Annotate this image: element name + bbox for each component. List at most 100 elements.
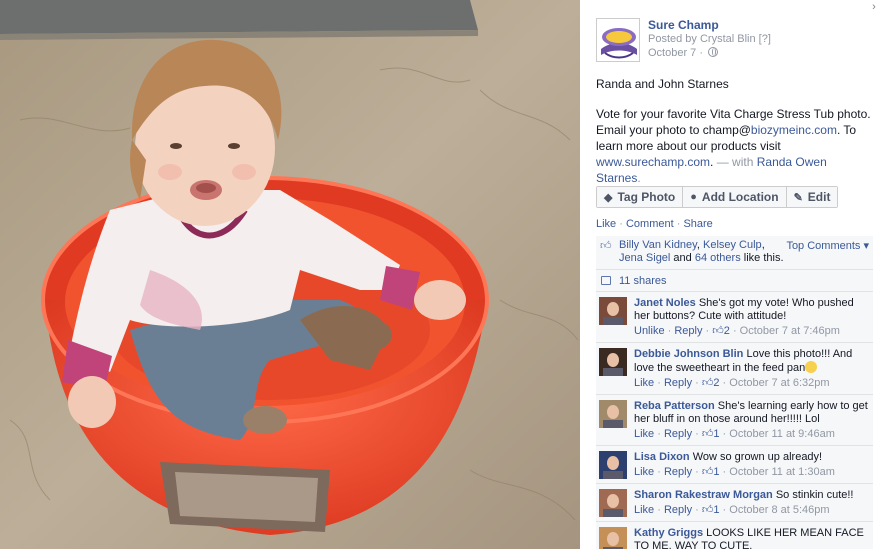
photo-action-bar: ◆ Tag Photo ● Add Location ✎ Edit <box>596 186 839 208</box>
post-date-line: October 7 · <box>648 47 719 59</box>
comment-reply-link[interactable]: Reply <box>664 428 692 440</box>
comment-author[interactable]: Debbie Johnson Blin <box>634 348 743 360</box>
comment-like-link[interactable]: Like <box>634 504 654 516</box>
likes-summary: 👍︎ Billy Van Kidney, Kelsey Culp, Jena S… <box>596 236 873 270</box>
liker-name[interactable]: Kelsey Culp <box>703 239 762 251</box>
comment-text: Wow so grown up already! <box>692 451 823 463</box>
thumbs-up-icon: 👍︎ <box>701 504 714 516</box>
avatar-photo <box>599 348 627 376</box>
shares-row[interactable]: 11 shares <box>596 270 873 292</box>
location-pin-icon: ● <box>690 191 697 203</box>
posted-by-line: Posted by Crystal Blin [?] <box>648 33 771 45</box>
add-location-label: Add Location <box>701 190 779 204</box>
photo-stage[interactable] <box>0 0 580 549</box>
comment-like-count[interactable]: 👍︎2 <box>702 377 720 389</box>
comment-meta: Like · Reply · 👍︎2 · October 7 at 6:32pm <box>634 377 830 389</box>
comment-item: Sharon Rakestraw Morgan So stinkin cute!… <box>596 484 873 522</box>
comment-time[interactable]: October 11 at 9:46am <box>729 428 835 440</box>
comment-author[interactable]: Reba Patterson <box>634 400 715 412</box>
feedback-box: 👍︎ Billy Van Kidney, Kelsey Culp, Jena S… <box>596 236 873 549</box>
comment-like-count[interactable]: 👍︎1 <box>702 428 720 440</box>
comment-time[interactable]: October 8 at 5:46pm <box>729 504 829 516</box>
biozyme-link[interactable]: biozymeinc.com <box>751 123 837 137</box>
commenter-avatar[interactable] <box>599 489 627 517</box>
comment-like-number: 1 <box>713 428 720 440</box>
comment-item: Kathy Griggs LOOKS LIKE HER MEAN FACE TO… <box>596 522 873 549</box>
ufi-sep: · <box>616 218 626 230</box>
caption-end: . <box>637 171 641 185</box>
edit-button[interactable]: ✎ Edit <box>786 187 838 207</box>
commenter-avatar[interactable] <box>599 400 627 428</box>
comment-like-link[interactable]: Like <box>634 377 654 389</box>
like-link[interactable]: Like <box>596 218 616 230</box>
comment-item: Reba Patterson She's learning early how … <box>596 395 873 446</box>
liker-name[interactable]: Billy Van Kidney <box>619 239 697 251</box>
add-location-button[interactable]: ● Add Location <box>683 187 787 207</box>
comment-item: Debbie Johnson Blin Love this photo!!! A… <box>596 343 873 395</box>
comment-time[interactable]: October 11 at 1:30am <box>729 466 835 478</box>
comment-author[interactable]: Kathy Griggs <box>634 527 703 539</box>
comment-author[interactable]: Sharon Rakestraw Morgan <box>634 489 773 501</box>
post-date[interactable]: October 7 <box>648 47 696 59</box>
comment-like-count[interactable]: 👍︎1 <box>702 504 720 516</box>
page-avatar[interactable] <box>596 18 640 62</box>
comment-reply-link[interactable]: Reply <box>674 325 702 337</box>
thumbs-up-icon: 👍︎ <box>701 377 714 389</box>
comment-link[interactable]: Comment <box>626 218 674 230</box>
comment-reply-link[interactable]: Reply <box>664 504 692 516</box>
edit-label: Edit <box>807 190 831 204</box>
with-separator: — with <box>713 155 757 169</box>
thumbs-up-icon: 👍︎ <box>600 240 612 252</box>
sure-champ-logo-icon <box>597 19 639 61</box>
comment-like-link[interactable]: Like <box>634 466 654 478</box>
comment-like-number: 1 <box>713 466 720 478</box>
commenter-avatar[interactable] <box>599 297 627 325</box>
comment-reply-link[interactable]: Reply <box>664 377 692 389</box>
caption-paragraph: Vote for your favorite Vita Charge Stres… <box>596 106 874 186</box>
comment-author[interactable]: Lisa Dixon <box>634 451 690 463</box>
post-header: Sure Champ Posted by Crystal Blin [?] Oc… <box>596 16 866 64</box>
comment-like-link[interactable]: Like <box>634 428 654 440</box>
tag-photo-button[interactable]: ◆ Tag Photo <box>597 187 684 207</box>
caption-line-1: Randa and John Starnes <box>596 77 729 91</box>
comment-like-count[interactable]: 👍︎1 <box>702 466 720 478</box>
avatar-photo <box>599 527 627 549</box>
commenter-avatar[interactable] <box>599 527 627 549</box>
page-name-link[interactable]: Sure Champ <box>648 18 719 32</box>
shares-count[interactable]: 11 shares <box>619 275 667 287</box>
commenter-avatar[interactable] <box>599 451 627 479</box>
comment-like-number: 1 <box>713 504 720 516</box>
chevron-right-icon[interactable]: › <box>868 0 880 14</box>
avatar-photo <box>599 451 627 479</box>
comment-author[interactable]: Janet Noles <box>634 297 696 309</box>
others-link[interactable]: 64 others <box>695 252 741 264</box>
tag-photo-label: Tag Photo <box>617 190 676 204</box>
comment-list: Janet Noles She's got my vote! Who pushe… <box>596 292 873 549</box>
comment-time[interactable]: October 7 at 6:32pm <box>729 377 829 389</box>
posted-by-help[interactable]: [?] <box>759 33 771 45</box>
surechamp-link[interactable]: www.surechamp.com <box>596 155 710 169</box>
ufi-sep: · <box>673 218 684 230</box>
comment-meta: Unlike · Reply · 👍︎2 · October 7 at 7:46… <box>634 325 840 337</box>
top-comments-dropdown[interactable]: Top Comments ▾ <box>786 240 869 253</box>
comment-like-number: 2 <box>723 325 730 337</box>
thumbs-up-icon: 👍︎ <box>701 466 714 478</box>
comment-like-link[interactable]: Unlike <box>634 325 665 337</box>
comment-text: So stinkin cute!! <box>775 489 854 501</box>
comment-reply-link[interactable]: Reply <box>664 466 692 478</box>
comment-meta: Like · Reply · 👍︎1 · October 11 at 1:30a… <box>634 466 835 478</box>
liker-name[interactable]: Jena Sigel <box>619 252 670 264</box>
comment-meta: Like · Reply · 👍︎1 · October 11 at 9:46a… <box>634 428 835 440</box>
comment-like-count[interactable]: 👍︎2 <box>712 325 730 337</box>
globe-icon[interactable] <box>708 47 719 57</box>
posted-by-text[interactable]: Posted by Crystal Blin <box>648 33 756 45</box>
commenter-avatar[interactable] <box>599 348 627 376</box>
likes-suffix: like this. <box>740 252 784 264</box>
post-panel: › Sure Champ Posted by Crystal Blin [?] … <box>580 0 880 549</box>
avatar-photo <box>599 400 627 428</box>
smiley-emoji-icon <box>805 361 818 373</box>
comment-time[interactable]: October 7 at 7:46pm <box>740 325 840 337</box>
comment-item: Janet Noles She's got my vote! Who pushe… <box>596 292 873 343</box>
avatar-photo <box>599 489 627 517</box>
share-link[interactable]: Share <box>683 218 712 230</box>
